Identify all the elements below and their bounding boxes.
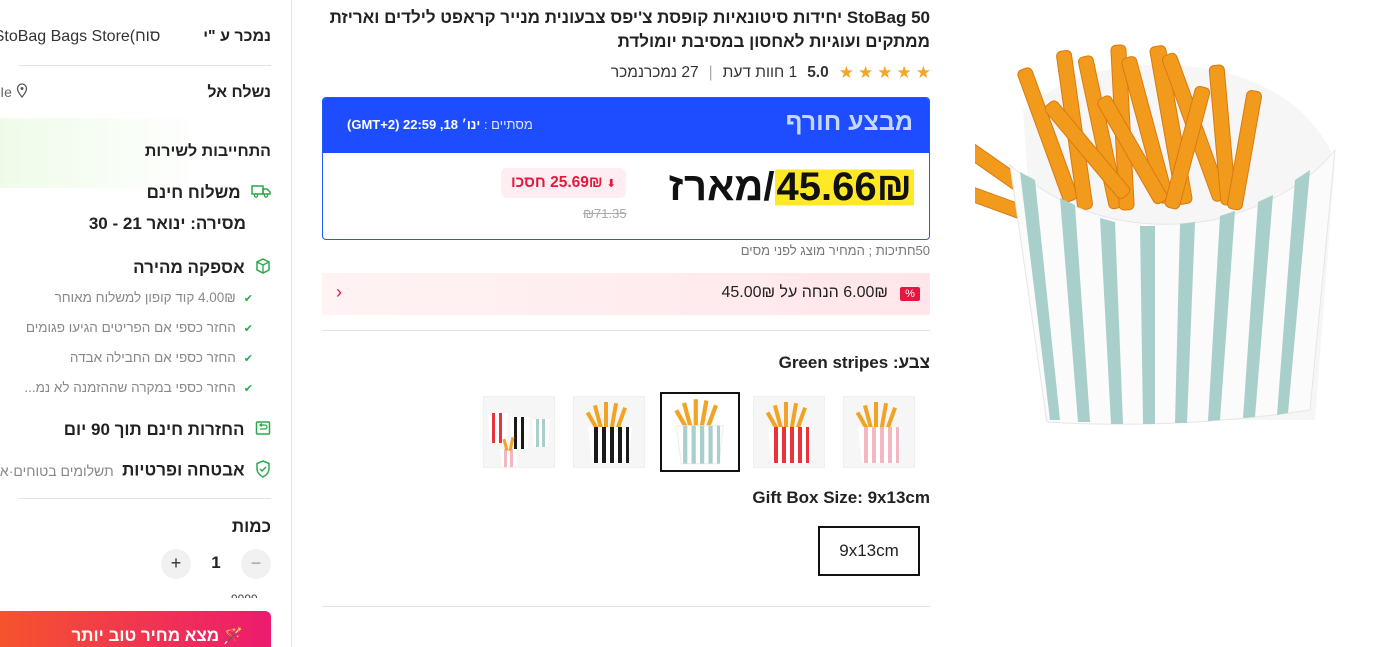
star-icon: ★: [877, 63, 893, 82]
savings-badge: ⬇25.69₪ חסכו: [501, 168, 626, 198]
star-icon: ★: [915, 63, 931, 82]
product-main-image[interactable]: [948, 30, 1340, 430]
benefit-item: ✔החזר כספי במקרה שההזמנה לא נמ...: [24, 380, 253, 395]
current-price: 45.66₪/מארז: [669, 165, 914, 210]
divider: [19, 498, 271, 499]
fast-delivery-label: אספקה מהירה: [133, 258, 245, 277]
size-option-9x13cm[interactable]: 9x13cm: [818, 526, 920, 576]
find-best-price-button[interactable]: 🪄מצא מחיר טוב יותר: [0, 611, 271, 647]
quantity-decrease-button[interactable]: −: [241, 549, 271, 579]
sold-by-label: נמכר ע "י: [203, 28, 271, 45]
free-shipping-row: משלוח חינם: [147, 183, 271, 203]
rating-row: ★★★★★ 5.0 1 חוות דעת | 27 נמכרנמכר: [586, 63, 931, 83]
size-label: Gift Box Size: 9x13cm: [752, 488, 930, 507]
divider: [322, 330, 930, 331]
product-title: StoBag 50 יחידות סיטונאיות קופסת צ'יפס צ…: [329, 8, 930, 51]
fries-box-icon: [585, 402, 632, 463]
seller-row: נמכר ע "י StoBag Bags Store(סוח: [0, 28, 271, 46]
deal-countdown: מסתיים : ינו׳ 18, 22:59 (GMT+2): [347, 117, 533, 132]
check-icon: ✔: [243, 383, 253, 395]
benefit-item: ✔4.00₪ קוד קופון למשלוח מאוחר: [54, 290, 253, 305]
color-option-green-stripes[interactable]: [660, 392, 740, 472]
star-icon: ★: [896, 63, 912, 82]
original-price: ₪71.35: [583, 206, 627, 221]
security-row[interactable]: אבטחה ופרטיות תשלומים בטוחים·אבט: [0, 460, 271, 483]
location-pin-icon: [16, 83, 28, 103]
check-icon: ✔: [243, 353, 253, 365]
delivery-estimate: מסירה: ינואר 21 - 30: [88, 214, 246, 233]
quantity-value[interactable]: 1: [204, 553, 228, 573]
color-option-black-stripes[interactable]: [573, 396, 645, 468]
return-box-icon: [255, 420, 271, 441]
discount-tag-icon: %: [900, 287, 920, 301]
free-returns-label: החזרות חינם תוך 90 יום: [63, 420, 245, 439]
check-icon: ✔: [243, 323, 253, 335]
price-value: 45.66₪: [774, 165, 914, 209]
benefit-item: ✔החזר כספי אם החבילה אבדה: [69, 350, 253, 365]
fries-box-image: [948, 44, 1336, 425]
deal-title: מבצע חורף: [785, 108, 913, 136]
free-shipping-label: משלוח חינם: [146, 183, 241, 202]
quantity-increase-button[interactable]: +: [161, 549, 191, 579]
security-title: אבטחה ופרטיות: [122, 460, 245, 480]
truck-icon: [251, 184, 271, 203]
quantity-label: כמות: [231, 517, 271, 536]
tax-note: 50חתיכות ; המחיר מוצג לפני מסים: [740, 243, 930, 258]
purchase-sidebar: נמכר ע "י StoBag Bags Store(סוח נשלח אל …: [0, 0, 292, 647]
fries-box-icon: [855, 402, 902, 463]
fries-box-set-icon: [488, 413, 550, 467]
divider: [322, 606, 930, 607]
ship-to-row[interactable]: נשלח אל Ie: [0, 83, 271, 103]
star-icon: ★: [838, 63, 854, 82]
star-icon: ★: [858, 63, 874, 82]
color-option-pink-stripes[interactable]: [843, 396, 915, 468]
coupon-text: 6.00₪ הנחה על 45.00₪: [721, 284, 888, 301]
stock-hint: 9999: [231, 590, 258, 598]
color-label: צבע: Green stripes: [778, 353, 930, 372]
deal-box: מבצע חורף מסתיים : ינו׳ 18, 22:59 (GMT+2…: [322, 97, 930, 240]
sold-count: 27 נמכרנמכר: [610, 64, 699, 81]
free-returns-row[interactable]: החזרות חינם תוך 90 יום: [64, 420, 271, 441]
color-option-red-stripes[interactable]: [753, 396, 825, 468]
chevron-left-icon: ‹: [336, 282, 342, 302]
check-icon: ✔: [243, 293, 253, 305]
divider: [19, 65, 271, 66]
rating-value: 5.0: [807, 64, 829, 81]
ship-to-value: Ie: [0, 84, 12, 101]
color-option-mixed-set[interactable]: [483, 396, 555, 468]
star-rating[interactable]: ★★★★★: [835, 63, 931, 83]
separator: |: [708, 64, 713, 81]
fries-box-icon: [674, 399, 724, 465]
deal-header: מבצע חורף מסתיים : ינו׳ 18, 22:59 (GMT+2…: [323, 98, 929, 153]
benefit-item: ✔החזר כספי אם הפריטים הגיעו פגומים: [25, 320, 253, 335]
down-arrow-icon: ⬇: [606, 178, 616, 190]
reviews-link[interactable]: 1 חוות דעת: [723, 64, 798, 82]
security-subtitle: תשלומים בטוחים·אבט: [0, 462, 114, 479]
coupon-banner[interactable]: % 6.00₪ הנחה על 45.00₪ ‹: [322, 273, 930, 315]
box-icon: [255, 258, 271, 279]
magic-wand-icon: 🪄: [223, 628, 243, 645]
fries-box-icon: [765, 402, 812, 463]
store-name-link[interactable]: StoBag Bags Store(סוח: [0, 28, 160, 46]
ship-to-label: נשלח אל: [207, 84, 271, 102]
service-commitment: התחייבות לשירות: [144, 143, 271, 160]
fast-delivery-row: אספקה מהירה: [133, 258, 271, 279]
price-unit: /מארז: [668, 165, 775, 209]
shield-check-icon: [255, 460, 271, 483]
